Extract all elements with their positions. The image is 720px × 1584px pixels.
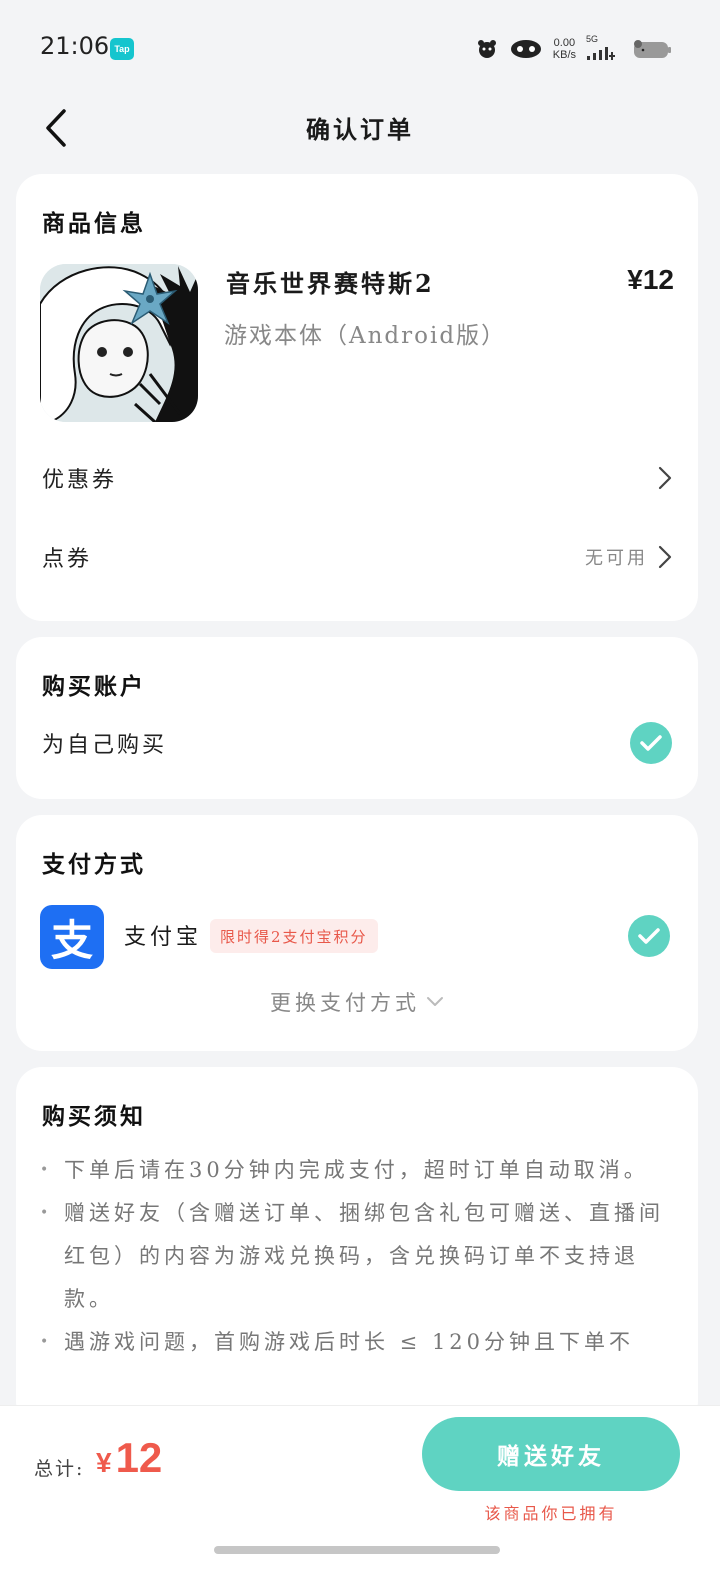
status-bar: 21:06 Tap 0.00 KB/s 5G	[0, 0, 720, 96]
status-icons: 0.00 KB/s 5G	[475, 34, 672, 64]
change-payment-label: 更换支付方式	[270, 991, 420, 1015]
total-amount: 12	[115, 1434, 163, 1481]
notice-card: 购买须知 下单后请在30分钟内完成支付，超时订单自动取消。 赠送好友（含赠送订单…	[16, 1067, 698, 1427]
notice-item: 遇游戏问题，首购游戏后时长 ≤ 120分钟且下单不	[40, 1321, 672, 1364]
battery-icon	[634, 40, 671, 58]
game-cover-art	[40, 264, 198, 422]
points-row[interactable]: 点券 无可用	[42, 537, 672, 577]
coupon-row[interactable]: 优惠券	[42, 458, 672, 498]
notice-list: 下单后请在30分钟内完成支付，超时订单自动取消。 赠送好友（含赠送订单、捆绑包含…	[40, 1149, 672, 1364]
product-card: 商品信息 音乐世界赛特斯2 游戏本体（Android版） ¥12 优惠券 点券 …	[16, 174, 698, 621]
check-icon	[640, 735, 662, 751]
points-label: 点券	[42, 547, 93, 572]
home-indicator[interactable]	[214, 1546, 500, 1554]
points-right: 无可用	[585, 544, 672, 570]
owned-note: 该商品你已拥有	[484, 1504, 618, 1523]
game-price: ¥12	[627, 264, 674, 295]
gift-friend-button[interactable]: 赠送好友	[422, 1417, 680, 1491]
checkout-bar: 总计: ¥ 12 赠送好友 该商品你已拥有	[0, 1405, 720, 1584]
signal-group: 5G	[586, 34, 618, 62]
status-time: 21:06	[40, 32, 110, 60]
change-payment-button[interactable]: 更换支付方式	[16, 987, 698, 1017]
notice-item: 下单后请在30分钟内完成支付，超时订单自动取消。	[40, 1149, 672, 1192]
check-icon	[638, 928, 660, 944]
account-option-row[interactable]: 为自己购买	[42, 722, 672, 764]
network-speed: 0.00 KB/s	[553, 37, 576, 61]
account-card: 购买账户 为自己购买	[16, 637, 698, 799]
account-option-label: 为自己购买	[42, 733, 168, 758]
notice-section-title: 购买须知	[42, 1103, 146, 1130]
bear-notification-icon	[477, 40, 496, 58]
chevron-down-icon	[427, 997, 443, 1006]
network-type: 5G	[586, 34, 599, 44]
account-option-right	[630, 722, 672, 764]
promo-tag: 限时得2支付宝积分	[210, 919, 378, 953]
total-label: 总计:	[34, 1458, 85, 1480]
total-currency: ¥	[96, 1447, 112, 1478]
tap-app-icon: Tap	[110, 38, 134, 60]
account-check[interactable]	[630, 722, 672, 764]
chevron-right-icon	[658, 545, 672, 569]
nav-bar: 确认订单	[0, 96, 720, 162]
chevron-right-icon	[658, 466, 672, 490]
coupon-label: 优惠券	[42, 468, 118, 493]
total-price: ¥ 12	[96, 1434, 162, 1482]
cloud-mask-icon	[510, 40, 541, 58]
product-section-title: 商品信息	[42, 210, 146, 237]
alipay-logo-icon: 支	[40, 905, 104, 969]
game-name: 音乐世界赛特斯2	[226, 269, 435, 298]
coupon-right	[658, 466, 672, 490]
payment-section-title: 支付方式	[42, 851, 146, 878]
net-speed-value: 0.00	[553, 37, 576, 49]
net-speed-unit: KB/s	[552, 49, 576, 61]
payment-check[interactable]	[628, 915, 670, 957]
account-section-title: 购买账户	[42, 673, 146, 700]
payment-card: 支付方式 支 支付宝 限时得2支付宝积分 更换支付方式	[16, 815, 698, 1051]
payment-method-name: 支付宝	[124, 925, 203, 950]
signal-icon	[587, 47, 615, 60]
page-title: 确认订单	[306, 115, 414, 144]
game-edition: 游戏本体（Android版）	[224, 323, 507, 349]
game-cover-image[interactable]	[40, 264, 198, 422]
points-value: 无可用	[585, 548, 648, 569]
notice-item: 赠送好友（含赠送订单、捆绑包含礼包可赠送、直播间红包）的内容为游戏兑换码，含兑换…	[40, 1192, 672, 1321]
